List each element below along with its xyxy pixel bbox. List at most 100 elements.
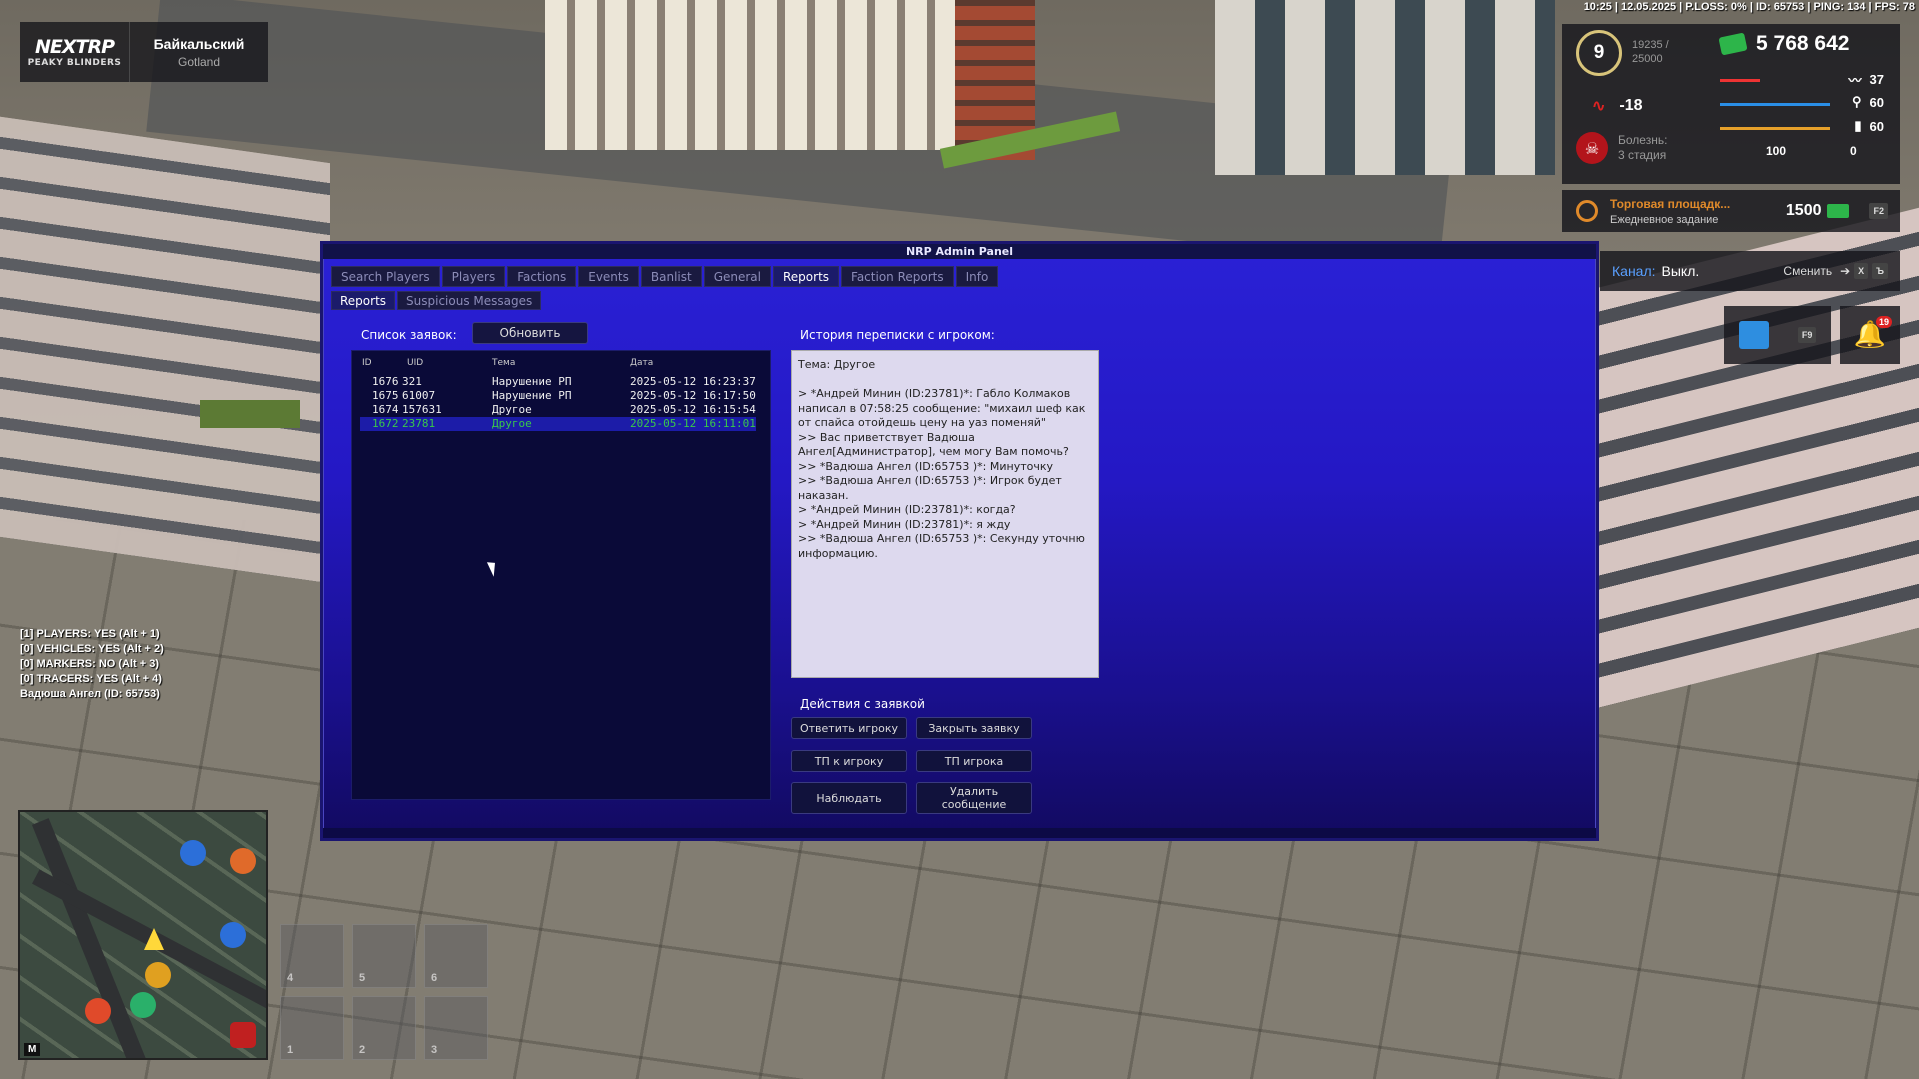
debug-line: [0] MARKERS: NO (Alt + 3)	[20, 658, 160, 670]
player-arrow-icon	[144, 928, 164, 950]
disease-label: Болезнь:	[1618, 133, 1668, 147]
reports-table: ID UID Тема Дата 1676 321 Нарушение РП 2…	[351, 350, 771, 800]
building-cinema	[1215, 0, 1555, 175]
minimap[interactable]: M	[18, 810, 268, 1060]
channel-value: Выкл.	[1661, 263, 1700, 279]
food-icon: ⚲	[1852, 94, 1862, 109]
panel-bottom-bar	[323, 828, 1596, 838]
drink-icon: ▮	[1854, 118, 1862, 133]
hotbar-slot[interactable]: 4	[280, 924, 344, 988]
debug-line: [0] TRACERS: YES (Alt + 4)	[20, 673, 162, 685]
sub-tabs: Reports Suspicious Messages	[331, 291, 542, 310]
map-key: M	[24, 1043, 41, 1056]
health-bar	[1720, 79, 1760, 82]
cell-topic: Другое	[492, 417, 532, 430]
daily-task[interactable]: Торговая площадк... Ежедневное задание 1…	[1562, 190, 1900, 232]
cash-icon	[1718, 32, 1748, 56]
calendar-widget[interactable]: F9	[1724, 306, 1831, 364]
logo-main: NEXTRP	[34, 36, 115, 58]
cell-id: 1674	[372, 403, 399, 416]
close-report-button[interactable]: Закрыть заявку	[916, 717, 1032, 739]
player-stats-panel: 9 19235 / 25000 5 768 642 〰 37 ⚲ 60 ▮ 60 ∿ …	[1562, 24, 1900, 184]
table-row-selected[interactable]: 1672 23781 Другое 2025-05-12 16:11:01	[360, 417, 756, 431]
tab-search-players[interactable]: Search Players	[331, 266, 440, 287]
chat-history[interactable]: Тема: Другое > *Андрей Минин (ID:23781)*…	[791, 350, 1099, 678]
history-label: История переписки с игроком:	[800, 328, 995, 342]
table-row[interactable]: 1675 61007 Нарушение РП 2025-05-12 16:17…	[360, 389, 756, 403]
hunger-bar	[1720, 103, 1830, 106]
task-subtitle: Ежедневное задание	[1610, 213, 1719, 226]
arrow-right-icon: ➔	[1840, 264, 1851, 278]
cell-topic: Нарушение РП	[492, 375, 572, 388]
pulse-icon: 〰	[1848, 73, 1862, 88]
thirst-stat: ▮ 60	[1854, 118, 1884, 134]
rating-icon: ∿	[1592, 98, 1606, 115]
lawn	[200, 400, 300, 428]
task-icon	[1576, 200, 1598, 222]
tp-player-button[interactable]: ТП игрока	[916, 750, 1032, 772]
debug-line: [1] PLAYERS: YES (Alt + 1)	[20, 628, 160, 640]
map-marker-icon	[85, 998, 111, 1024]
tab-reports[interactable]: Reports	[773, 266, 840, 287]
delete-message-button[interactable]: Удалить сообщение	[916, 782, 1032, 814]
slot-number: 4	[287, 972, 294, 984]
refresh-button[interactable]: Обновить	[472, 322, 588, 344]
hotbar-slot[interactable]: 2	[352, 996, 416, 1060]
hotbar-slot[interactable]: 6	[424, 924, 488, 988]
armor-value: 100	[1766, 144, 1787, 158]
channel-switch[interactable]: Сменить	[1783, 264, 1832, 278]
server-logo-box: NEXTRP PEAKY BLINDERS Байкальский Gotlan…	[20, 22, 268, 82]
tp-to-player-button[interactable]: ТП к игроку	[791, 750, 907, 772]
cell-uid: 61007	[402, 389, 436, 402]
slot-number: 1	[287, 1044, 294, 1056]
col-uid[interactable]: UID	[407, 358, 423, 368]
channel-key-1: X	[1854, 263, 1869, 279]
skull-icon: ☠	[1576, 132, 1608, 164]
server-logo: NEXTRP PEAKY BLINDERS	[20, 22, 130, 82]
building-top-center	[545, 0, 975, 150]
tab-banlist[interactable]: Banlist	[640, 266, 702, 287]
task-reward: 1500	[1785, 202, 1822, 219]
main-tabs: Search Players Players Factions Events B…	[331, 266, 999, 287]
slot-number: 6	[431, 972, 438, 984]
notifications[interactable]: 🔔 19	[1840, 306, 1900, 364]
disease-stage: 3 стадия	[1618, 148, 1667, 162]
subtab-reports[interactable]: Reports	[331, 291, 396, 310]
hotbar-slot[interactable]: 3	[424, 996, 488, 1060]
hotbar-slot[interactable]: 1	[280, 996, 344, 1060]
tab-players[interactable]: Players	[441, 266, 506, 287]
cell-date: 2025-05-12 16:23:37	[630, 375, 756, 388]
exp-current: 19235 /	[1632, 39, 1669, 51]
status-line: 10:25 | 12.05.2025 | P.LOSS: 0% | ID: 65…	[1583, 1, 1915, 13]
cell-uid: 157631	[402, 403, 442, 416]
exp-counter: 19235 / 25000	[1632, 38, 1669, 66]
cell-uid: 23781	[402, 417, 436, 430]
hotbar-slot[interactable]: 5	[352, 924, 416, 988]
tab-info[interactable]: Info	[955, 266, 999, 287]
reply-player-button[interactable]: Ответить игроку	[791, 717, 907, 739]
tab-general[interactable]: General	[703, 266, 771, 287]
spectate-button[interactable]: Наблюдать	[791, 782, 907, 814]
table-row[interactable]: 1676 321 Нарушение РП 2025-05-12 16:23:3…	[360, 375, 756, 389]
rating-value: -18	[1619, 97, 1643, 114]
col-id[interactable]: ID	[362, 358, 372, 368]
map-marker-icon	[230, 848, 256, 874]
calendar-key: F9	[1797, 327, 1817, 343]
col-date[interactable]: Дата	[630, 358, 653, 368]
tab-faction-reports[interactable]: Faction Reports	[841, 266, 954, 287]
map-marker-icon	[130, 992, 156, 1018]
table-row[interactable]: 1674 157631 Другое 2025-05-12 16:15:54	[360, 403, 756, 417]
health-stat: 〰 37	[1849, 70, 1884, 89]
server-name: Байкальский	[153, 35, 245, 52]
money-display: 5 768 642	[1718, 32, 1849, 56]
tab-factions[interactable]: Factions	[507, 266, 577, 287]
tab-events[interactable]: Events	[578, 266, 639, 287]
subtab-suspicious-messages[interactable]: Suspicious Messages	[397, 291, 542, 310]
hunger-stat: ⚲ 60	[1852, 94, 1884, 110]
map-marker-icon	[220, 922, 246, 948]
col-topic[interactable]: Тема	[492, 358, 515, 368]
cell-id: 1676	[372, 375, 399, 388]
slot-number: 3	[431, 1044, 438, 1056]
map-marker-icon	[180, 840, 206, 866]
slot-number: 5	[359, 972, 366, 984]
